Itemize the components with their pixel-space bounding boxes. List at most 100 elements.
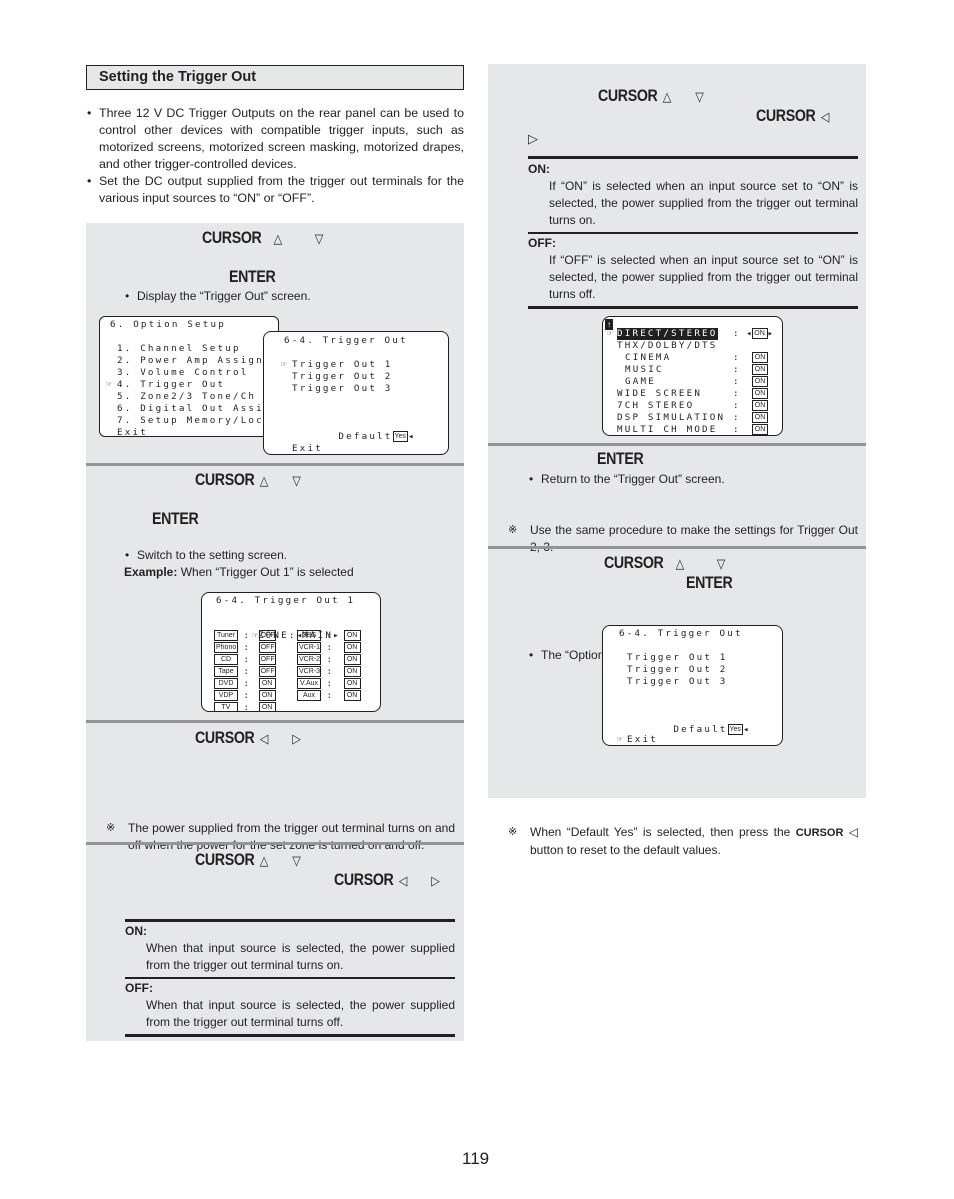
surr-mode-colon: : bbox=[733, 376, 741, 387]
surr-mode-value: ON bbox=[746, 376, 768, 388]
pointer-icon: ☞ bbox=[106, 379, 112, 390]
down-arrow-icon: ▽ bbox=[292, 853, 301, 868]
source-row: CD : OFF bbox=[214, 654, 276, 666]
source-row: Tuner : OFF bbox=[214, 630, 276, 642]
osd-item: Trigger Out 1 bbox=[627, 652, 728, 663]
on-text: If “ON” is selected when an input source… bbox=[549, 179, 858, 227]
intro: Three 12 V DC Trigger Outputs on the rea… bbox=[86, 105, 464, 207]
osd-item: Trigger Out 3 bbox=[292, 383, 393, 394]
surr-mode-colon: : bbox=[733, 388, 741, 399]
down-arrow-icon: ▽ bbox=[292, 473, 301, 488]
rule bbox=[528, 232, 858, 234]
source-value: ON bbox=[258, 690, 276, 701]
osd-trigger-out-1: 6-4. Trigger Out 1 ☞ZONE:◂MAIN▸ Tuner : … bbox=[201, 592, 381, 712]
step5-cursor-cmd-2: CURSOR ◁ bbox=[756, 107, 830, 125]
section-title: Setting the Trigger Out bbox=[86, 65, 464, 90]
source-row: DBS : ON bbox=[297, 630, 361, 642]
surr-mode-colon: : bbox=[733, 328, 741, 339]
osd-item: 2. Power Amp Assign bbox=[117, 355, 264, 366]
off-text: When that input source is selected, the … bbox=[146, 998, 455, 1029]
source-row: VCR-1 : ON bbox=[297, 642, 361, 654]
example-text: When “Trigger Out 1” is selected bbox=[177, 565, 354, 579]
separator bbox=[86, 463, 464, 466]
surr-mode-name: GAME bbox=[625, 376, 656, 387]
osd-exit: Exit bbox=[292, 443, 323, 454]
step2-cursor-cmd: CURSOR △ ▽ bbox=[195, 471, 301, 489]
cursor-inline: CURSOR bbox=[795, 827, 844, 839]
step5-cursor-cmd: CURSOR △ ▽ bbox=[598, 87, 704, 105]
surr-mode-value: ON bbox=[746, 412, 768, 424]
osd-item: 5. Zone2/3 Tone/Ch Lev bbox=[117, 391, 279, 402]
rule bbox=[528, 306, 858, 309]
surr-mode-colon: : bbox=[733, 412, 741, 423]
off-text: If “OFF” is selected when an input sourc… bbox=[549, 253, 858, 301]
osd-option-setup: 6. Option Setup 1. Channel Setup 2. Powe… bbox=[99, 316, 279, 437]
source-value: OFF bbox=[258, 666, 276, 677]
source-name: Tuner bbox=[214, 630, 238, 641]
up-arrow-icon: △ bbox=[675, 556, 685, 571]
source-name: Tape bbox=[214, 666, 238, 677]
source-name: VCR-2 bbox=[297, 654, 321, 665]
arrow-left-icon: ◂ bbox=[742, 724, 749, 735]
up-arrow-icon: △ bbox=[273, 231, 283, 246]
osd-item: Trigger Out 2 bbox=[292, 371, 393, 382]
off-label: OFF: bbox=[125, 981, 153, 995]
osd-title: 6-4. Trigger Out bbox=[284, 335, 408, 346]
surr-mode-name: MUSIC bbox=[625, 364, 664, 375]
step5-definitions: ON: If “ON” is selected when an input so… bbox=[528, 156, 858, 309]
right-arrow-icon: ▷ bbox=[292, 731, 301, 746]
step1-enter-cmd: ENTER bbox=[229, 268, 276, 286]
osd-surr-mode: ↓Surr. Mode bbox=[289, 700, 380, 711]
osd-surr-mode-list: ↑ ☞ DIRECT/STEREO: ◂ ON ▸ THX/DOLBY/DTS CINEMA… bbox=[602, 316, 783, 436]
source-value: OFF bbox=[258, 642, 276, 653]
intro-bullet: Set the DC output supplied from the trig… bbox=[86, 173, 464, 207]
surr-mode-colon: : bbox=[733, 364, 741, 375]
off-label: OFF: bbox=[528, 236, 556, 250]
surr-mode-name: WIDE SCREEN bbox=[617, 388, 703, 399]
source-value: ON bbox=[343, 642, 361, 653]
step4-cursor-cmd: CURSOR △ ▽ bbox=[195, 851, 301, 869]
source-row: TV : ON bbox=[214, 702, 276, 711]
up-arrow-icon: △ bbox=[662, 89, 672, 104]
surr-mode-colon: : bbox=[733, 352, 741, 363]
source-value: ON bbox=[343, 630, 361, 641]
down-arrow-icon: ▽ bbox=[716, 556, 726, 571]
step2-enter-cmd: ENTER bbox=[152, 510, 199, 528]
rule bbox=[125, 1034, 455, 1037]
source-row: VDP : ON bbox=[214, 690, 276, 702]
source-value: ON bbox=[343, 654, 361, 665]
step6-bullet: Return to the “Trigger Out” screen. bbox=[528, 471, 906, 488]
surr-mode-value: ON bbox=[746, 364, 768, 376]
osd-item: 1. Channel Setup bbox=[117, 343, 241, 354]
on-text: When that input source is selected, the … bbox=[146, 941, 455, 972]
osd-item: 6. Digital Out Assign bbox=[117, 403, 279, 414]
step4-cursor-cmd-2: CURSOR ◁ ▷ bbox=[334, 871, 440, 889]
source-value: ON bbox=[258, 678, 276, 689]
on-label: ON: bbox=[125, 924, 147, 938]
step2-bullet: Switch to the setting screen. bbox=[124, 547, 502, 564]
osd-item: 3. Volume Control bbox=[117, 367, 249, 378]
step7-note: When “Default Yes” is selected, then pre… bbox=[508, 824, 858, 859]
osd-item: Exit bbox=[117, 427, 148, 437]
pointer-icon: ☞ bbox=[617, 734, 623, 745]
surr-mode-colon: : bbox=[733, 400, 741, 411]
osd-item-selected: Trigger Out 1 bbox=[292, 359, 393, 370]
left-arrow-icon: ◁ bbox=[259, 731, 269, 746]
rule bbox=[528, 156, 858, 159]
osd-title: 6. Option Setup bbox=[110, 319, 226, 330]
source-name: V.Aux bbox=[297, 678, 321, 689]
right-steps-panel: CURSOR △ ▽ CURSOR ◁ ▷ ON: If “ON” is sel… bbox=[488, 64, 866, 857]
down-arrow-icon: ▽ bbox=[314, 231, 324, 246]
source-name: Phono bbox=[214, 642, 238, 653]
rule bbox=[125, 919, 455, 922]
example-line: Example: When “Trigger Out 1” is selecte… bbox=[124, 564, 354, 581]
surr-mode-value: ON bbox=[746, 424, 768, 435]
osd-trigger-out-exit: 6-4. Trigger Out Trigger Out 1 Trigger O… bbox=[602, 625, 783, 746]
surr-mode-value: ◂ ON ▸ bbox=[746, 328, 774, 339]
arrow-right-icon: ▸ bbox=[767, 328, 774, 339]
source-value: OFF bbox=[258, 630, 276, 641]
down-arrow-icon: ▽ bbox=[695, 89, 704, 104]
step3-cursor-cmd: CURSOR ◁ ▷ bbox=[195, 729, 301, 747]
source-name: CD bbox=[214, 654, 238, 665]
left-arrow-icon: ◁ bbox=[398, 873, 408, 888]
